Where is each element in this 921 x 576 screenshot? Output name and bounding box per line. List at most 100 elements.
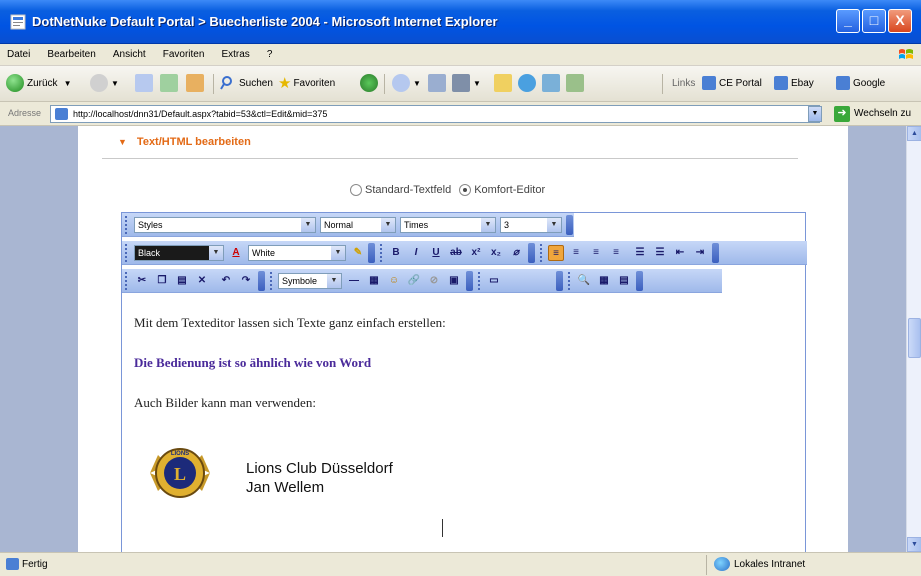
- delete-icon[interactable]: ✕: [194, 273, 210, 289]
- size-select[interactable]: 3 ▼: [500, 217, 562, 233]
- go-arrow-icon[interactable]: ➜: [834, 106, 850, 122]
- home-icon: [186, 74, 204, 92]
- menu-datei[interactable]: Datei: [0, 44, 37, 65]
- italic-icon[interactable]: I: [408, 245, 424, 261]
- scroll-thumb[interactable]: [908, 318, 921, 358]
- toolbar-grip[interactable]: [125, 272, 128, 290]
- toolbar-grip[interactable]: [478, 272, 481, 290]
- go-button[interactable]: Wechseln zu: [854, 108, 911, 119]
- mail-button[interactable]: [428, 72, 449, 94]
- toolbar-grip[interactable]: [568, 272, 571, 290]
- font-color-icon[interactable]: A: [228, 245, 244, 261]
- styles-select[interactable]: Styles ▼: [134, 217, 316, 233]
- font-select[interactable]: Times ▼: [400, 217, 496, 233]
- subscript-icon[interactable]: x₂: [488, 245, 504, 261]
- superscript-icon[interactable]: x²: [468, 245, 484, 261]
- address-input[interactable]: http://localhost/dnn31/Default.aspx?tabi…: [50, 105, 820, 123]
- maximize-button[interactable]: □: [862, 9, 886, 33]
- size-value: 3: [504, 220, 510, 230]
- research-button[interactable]: [542, 72, 563, 94]
- link-google[interactable]: Google: [836, 72, 885, 94]
- lions-logo-icon[interactable]: LIONS L: [144, 437, 216, 509]
- link-ce-portal[interactable]: CE Portal: [702, 72, 762, 94]
- radio-standard[interactable]: [350, 184, 362, 196]
- toolbar-grip[interactable]: [125, 244, 128, 262]
- stop-button[interactable]: [135, 72, 156, 94]
- image-icon[interactable]: ▣: [446, 273, 462, 289]
- outdent-icon[interactable]: ⇤: [672, 245, 688, 261]
- menu-extras[interactable]: Extras: [214, 44, 256, 65]
- toolbar-grip[interactable]: [270, 272, 273, 290]
- radio-comfort-label[interactable]: Komfort-Editor: [474, 184, 545, 196]
- grid-icon[interactable]: ▦: [596, 273, 612, 289]
- forecolor-select[interactable]: Black ▼: [134, 245, 224, 261]
- menu-help[interactable]: ?: [260, 44, 280, 65]
- back-button[interactable]: Zurück ▼: [6, 72, 71, 94]
- cut-icon[interactable]: ✂: [134, 273, 150, 289]
- align-right-icon[interactable]: ≡: [588, 245, 604, 261]
- table-icon[interactable]: ▦: [366, 273, 382, 289]
- scroll-up-icon[interactable]: ▲: [907, 126, 921, 141]
- underline-icon[interactable]: U: [428, 245, 444, 261]
- form-icon[interactable]: ▭: [486, 273, 502, 289]
- toolbar-grip[interactable]: [380, 244, 383, 262]
- unlink-icon[interactable]: ⊘: [426, 273, 442, 289]
- toolbar-separator: [213, 74, 214, 94]
- paragraph-select[interactable]: Normal ▼: [320, 217, 396, 233]
- ordered-list-icon[interactable]: ☰: [632, 245, 648, 261]
- toolbar-grip[interactable]: [125, 216, 128, 234]
- strikethrough-icon[interactable]: ab: [448, 245, 464, 261]
- edit-button[interactable]: [494, 72, 515, 94]
- close-button[interactable]: X: [888, 9, 912, 33]
- link-icon[interactable]: 🔗: [406, 273, 422, 289]
- smiley-icon[interactable]: ☺: [386, 273, 402, 289]
- scroll-down-icon[interactable]: ▼: [907, 537, 921, 552]
- media-button[interactable]: [360, 72, 381, 94]
- radio-standard-label[interactable]: Standard-Textfeld: [365, 184, 451, 196]
- print-dropdown-icon[interactable]: ▼: [473, 79, 481, 88]
- history-dropdown-icon[interactable]: ▼: [413, 79, 421, 88]
- favorites-button[interactable]: ★ Favoriten: [278, 72, 335, 94]
- menu-favoriten[interactable]: Favoriten: [156, 44, 212, 65]
- chevron-down-icon: ▼: [547, 218, 561, 232]
- redo-icon[interactable]: ↷: [238, 273, 254, 289]
- align-justify-icon[interactable]: ≡: [608, 245, 624, 261]
- unordered-list-icon[interactable]: ☰: [652, 245, 668, 261]
- align-center-icon[interactable]: ≡: [568, 245, 584, 261]
- home-button[interactable]: [186, 72, 207, 94]
- bold-icon[interactable]: B: [388, 245, 404, 261]
- address-dropdown-icon[interactable]: ▼: [808, 106, 822, 122]
- section-header[interactable]: ▼ Text/HTML bearbeiten: [118, 136, 251, 148]
- vertical-scrollbar[interactable]: ▲ ▼: [906, 126, 921, 552]
- highlight-icon[interactable]: ✎: [350, 245, 366, 261]
- align-left-icon[interactable]: ≡: [548, 245, 564, 261]
- link-ebay[interactable]: Ebay: [774, 72, 814, 94]
- forward-button[interactable]: ▼: [90, 72, 119, 94]
- search-button[interactable]: Suchen: [220, 72, 273, 94]
- radio-comfort[interactable]: [459, 184, 472, 196]
- undo-icon[interactable]: ↶: [218, 273, 234, 289]
- print-button[interactable]: ▼: [452, 72, 481, 94]
- paste-icon[interactable]: ▤: [174, 273, 190, 289]
- backcolor-select[interactable]: White ▼: [248, 245, 346, 261]
- toolbar-endcap: [556, 271, 563, 291]
- symbols-select[interactable]: Symbole ▼: [278, 273, 342, 289]
- editor-content-area[interactable]: Mit dem Texteditor lassen sich Texte gan…: [122, 299, 805, 552]
- back-dropdown-icon[interactable]: ▼: [64, 79, 72, 88]
- forward-dropdown-icon[interactable]: ▼: [111, 79, 119, 88]
- collapse-triangle-icon[interactable]: ▼: [118, 137, 127, 147]
- minimize-button[interactable]: _: [836, 9, 860, 33]
- refresh-button[interactable]: [160, 72, 181, 94]
- clear-format-icon[interactable]: ⌀: [508, 245, 524, 261]
- tools-button[interactable]: [566, 72, 587, 94]
- html-source-icon[interactable]: ▤: [616, 273, 632, 289]
- history-button[interactable]: ▼: [392, 72, 421, 94]
- horizontal-rule-icon[interactable]: —: [346, 273, 362, 289]
- preview-icon[interactable]: 🔍: [576, 273, 592, 289]
- toolbar-grip[interactable]: [540, 244, 543, 262]
- menu-ansicht[interactable]: Ansicht: [106, 44, 153, 65]
- messenger-button[interactable]: [518, 72, 539, 94]
- indent-icon[interactable]: ⇥: [692, 245, 708, 261]
- menu-bearbeiten[interactable]: Bearbeiten: [40, 44, 102, 65]
- copy-icon[interactable]: ❐: [154, 273, 170, 289]
